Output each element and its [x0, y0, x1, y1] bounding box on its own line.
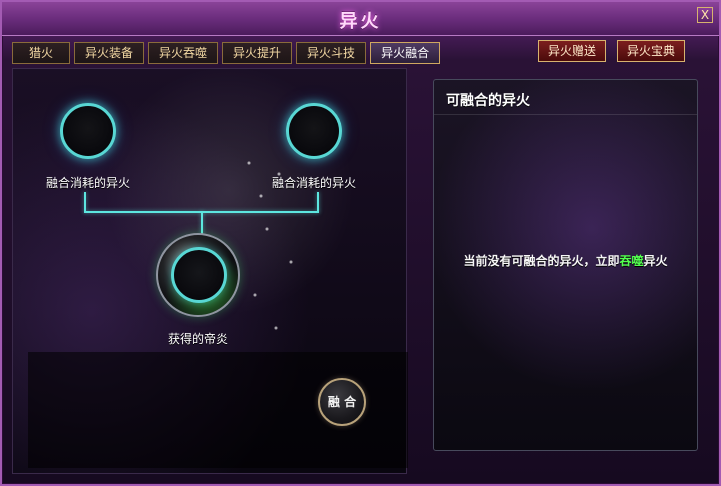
fusion-result-label: 获得的帝炎: [167, 332, 228, 346]
empty-state-message: 当前没有可融合的异火，立即吞噬异火: [434, 252, 697, 269]
tab-fire-devour[interactable]: 异火吞噬: [148, 42, 219, 64]
fire-gift-button[interactable]: 异火赠送: [538, 40, 606, 62]
fusion-slot-right-label: 融合消耗的异火: [271, 176, 356, 190]
close-icon: X: [700, 8, 710, 22]
tab-hunt-fire[interactable]: 猎火: [12, 42, 70, 64]
panel-divider: [434, 114, 697, 115]
title-bar: 异火 X: [2, 2, 719, 36]
fusion-result-slot[interactable]: [171, 247, 227, 303]
tab-fire-skill[interactable]: 异火斗技: [296, 42, 367, 64]
fusion-slot-right[interactable]: [286, 103, 342, 159]
connector-center-vertical: [201, 211, 203, 235]
connector-right-vertical: [317, 192, 319, 212]
window: 异火 X 猎火 异火装备 异火吞噬 异火提升 异火斗技 异火融合 异火赠送 异火…: [0, 0, 721, 486]
tab-fire-upgrade[interactable]: 异火提升: [222, 42, 293, 64]
fuse-button[interactable]: 融 合: [318, 378, 366, 426]
tab-fire-fusion[interactable]: 异火融合: [370, 42, 441, 64]
window-title: 异火: [339, 11, 382, 32]
empty-state-text: 当前没有可融合的异火，立即: [463, 254, 620, 268]
empty-state-suffix: 异火: [643, 254, 668, 268]
tab-bar: 猎火 异火装备 异火吞噬 异火提升 异火斗技 异火融合: [12, 42, 441, 64]
tab-fire-equipment[interactable]: 异火装备: [74, 42, 145, 64]
fusion-slot-left[interactable]: [60, 103, 116, 159]
close-button[interactable]: X: [697, 7, 713, 23]
connector-left-vertical: [84, 192, 86, 212]
devour-link[interactable]: 吞噬: [619, 254, 643, 268]
fusion-slot-left-label: 融合消耗的异火: [45, 176, 130, 190]
fire-codex-button[interactable]: 异火宝典: [617, 40, 685, 62]
fusable-fire-title: 可融合的异火: [446, 93, 530, 109]
fusable-fire-panel: 可融合的异火 当前没有可融合的异火，立即吞噬异火: [433, 79, 698, 451]
